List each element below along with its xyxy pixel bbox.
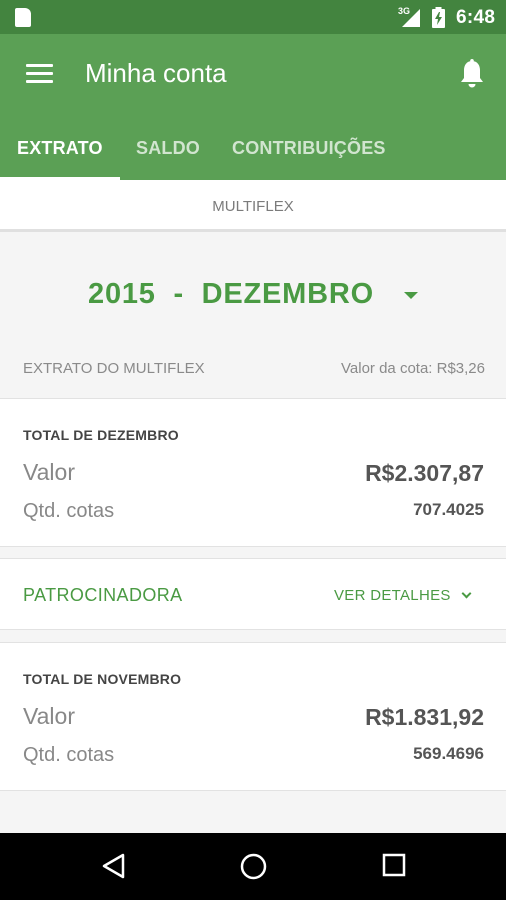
recents-icon[interactable]: [382, 853, 406, 877]
details-button[interactable]: VER DETALHES: [334, 587, 472, 604]
month-card-dezembro: TOTAL DE DEZEMBRO Valor R$2.307,87 Qtd. …: [0, 398, 506, 547]
sd-card-icon: [15, 8, 31, 27]
fund-name: MULTIFLEX: [0, 180, 506, 232]
system-nav-bar: [0, 833, 506, 900]
bell-icon[interactable]: [458, 58, 486, 90]
valor-label: Valor: [23, 459, 75, 485]
status-bar: 3G 6:48: [0, 0, 506, 34]
valor-label: Valor: [23, 703, 75, 729]
page-title: Minha conta: [85, 58, 227, 88]
back-icon[interactable]: [101, 853, 127, 879]
sponsor-label: PATROCINADORA: [23, 585, 183, 605]
period-label: 2015 - DEZEMBRO: [88, 278, 374, 310]
network-type: 3G: [398, 6, 411, 16]
app-bar: Minha conta EXTRATO SALDO CONTRIBUIÇÕES: [0, 34, 506, 180]
cotas-amount: 569.4696: [413, 744, 484, 763]
valor-amount: R$2.307,87: [365, 460, 484, 486]
tab-extrato[interactable]: EXTRATO: [17, 128, 103, 180]
menu-icon[interactable]: [26, 62, 54, 84]
month-card-novembro: TOTAL DE NOVEMBRO Valor R$1.831,92 Qtd. …: [0, 642, 506, 791]
period-selector[interactable]: 2015 - DEZEMBRO: [0, 278, 506, 311]
cotas-amount: 707.4025: [413, 500, 484, 519]
cota-value: Valor da cota: R$3,26: [341, 360, 485, 377]
battery-icon: [432, 7, 445, 28]
details-label: VER DETALHES: [334, 587, 451, 604]
clock: 6:48: [456, 7, 496, 28]
tab-contribuicoes[interactable]: CONTRIBUIÇÕES: [232, 128, 386, 180]
valor-amount: R$1.831,92: [365, 704, 484, 730]
card-title: TOTAL DE DEZEMBRO: [23, 427, 179, 443]
chevron-down-icon: [461, 588, 472, 599]
home-icon[interactable]: [240, 853, 267, 880]
extrato-title: EXTRATO DO MULTIFLEX: [23, 360, 205, 377]
tab-bar: EXTRATO SALDO CONTRIBUIÇÕES: [0, 128, 506, 180]
sponsor-row: PATROCINADORA VER DETALHES: [0, 558, 506, 630]
cotas-label: Qtd. cotas: [23, 500, 115, 522]
dropdown-caret-icon: [403, 292, 418, 300]
cotas-label: Qtd. cotas: [23, 744, 115, 766]
card-title: TOTAL DE NOVEMBRO: [23, 671, 182, 687]
tab-saldo[interactable]: SALDO: [136, 128, 200, 180]
